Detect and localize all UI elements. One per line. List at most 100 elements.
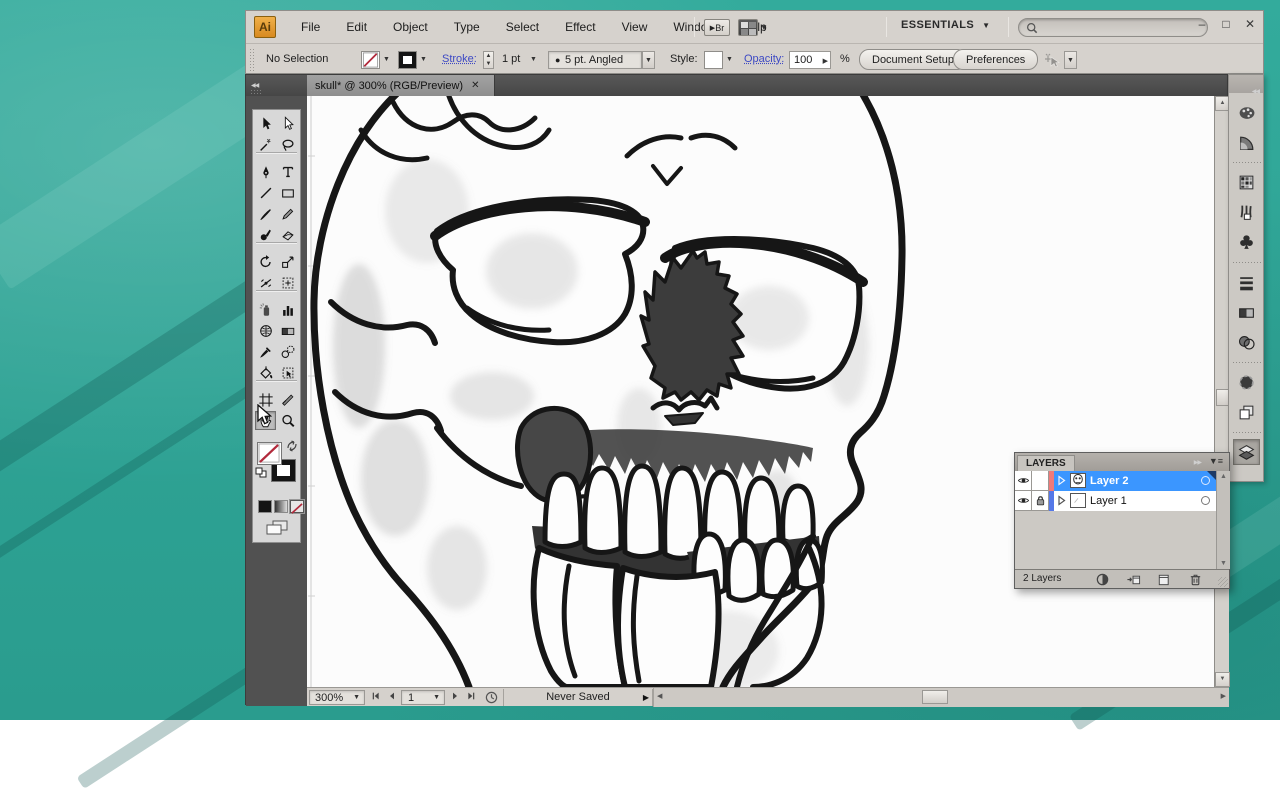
color-mode-button[interactable] [258, 500, 272, 513]
layer-row[interactable]: Layer 1 [1015, 491, 1216, 511]
collapse-toolbar-icon[interactable]: ◀◀ [251, 82, 258, 89]
slice-tool[interactable] [277, 390, 298, 409]
color-guide-panel-icon[interactable] [1233, 129, 1260, 155]
menu-object[interactable]: Object [380, 16, 441, 38]
arrange-documents-button[interactable] [738, 19, 758, 36]
transparency-panel-icon[interactable] [1233, 329, 1260, 355]
new-sublayer-button[interactable] [1126, 572, 1142, 587]
brush-preset-field[interactable]: ● 5 pt. Angled [548, 51, 642, 69]
fill-none-swatch[interactable] [361, 51, 380, 69]
scroll-down-icon[interactable]: ▼ [1215, 672, 1230, 687]
brush-preset-dropdown[interactable]: ▼ [642, 51, 655, 69]
column-graph-tool[interactable] [277, 300, 298, 319]
pencil-tool[interactable] [277, 204, 298, 223]
default-fill-stroke-icon[interactable] [255, 467, 267, 478]
dock-header[interactable]: ◀◀ [1229, 75, 1263, 93]
stroke-dropdown[interactable]: ▼ [420, 56, 427, 63]
panel-drag-handle[interactable] [249, 48, 255, 72]
vertical-scrollbar[interactable]: ▲ ▼ [1214, 96, 1229, 687]
menu-effect[interactable]: Effect [552, 16, 608, 38]
close-button[interactable]: ✕ [1243, 17, 1257, 31]
swatches-panel-icon[interactable] [1233, 169, 1260, 195]
select-similar-dropdown[interactable]: ▼ [1064, 51, 1077, 69]
scroll-down-icon[interactable]: ▼ [1220, 560, 1227, 567]
collapse-panel-icon[interactable]: ▶▶ [1194, 459, 1201, 466]
selection-tool[interactable] [255, 114, 276, 133]
type-tool[interactable] [277, 162, 298, 181]
search-input[interactable] [1018, 18, 1208, 37]
style-dropdown[interactable]: ▼ [726, 56, 733, 63]
visibility-toggle[interactable] [1015, 491, 1032, 511]
stroke-panel-link[interactable]: Stroke: [442, 53, 477, 65]
maximize-button[interactable]: □ [1219, 17, 1233, 31]
layers-panel-icon[interactable] [1233, 439, 1260, 465]
menu-type[interactable]: Type [441, 16, 493, 38]
document-tab[interactable]: skull* @ 300% (RGB/Preview) ✕ [307, 75, 495, 96]
symbols-panel-icon[interactable] [1233, 229, 1260, 255]
mesh-tool[interactable] [255, 321, 276, 340]
gradient-panel-panel-icon[interactable] [1233, 299, 1260, 325]
line-segment-tool[interactable] [255, 183, 276, 202]
dock-group-separator[interactable] [1232, 261, 1261, 265]
appearance-panel-icon[interactable] [1233, 369, 1260, 395]
lock-toggle[interactable] [1032, 471, 1049, 491]
rectangle-tool[interactable] [277, 183, 298, 202]
opacity-field[interactable]: 100 ▶ [789, 51, 831, 69]
scale-tool[interactable] [277, 252, 298, 271]
stroke-weight-dropdown[interactable]: ▼ [530, 56, 537, 63]
style-swatch[interactable] [704, 51, 723, 69]
menu-file[interactable]: File [288, 16, 333, 38]
lock-toggle[interactable] [1032, 491, 1049, 511]
artboard-number-select[interactable]: 1 ▼ [401, 690, 445, 705]
blend-tool[interactable] [277, 342, 298, 361]
stroke-panel-icon[interactable] [1233, 269, 1260, 295]
scroll-left-icon[interactable]: ◀ [657, 692, 662, 700]
first-artboard-button[interactable] [370, 690, 384, 704]
clipping-mask-button[interactable] [1095, 572, 1111, 587]
scroll-right-icon[interactable]: ▶ [1221, 692, 1226, 700]
zoom-level-select[interactable]: 300% ▼ [309, 690, 365, 705]
brushes-panel-icon[interactable] [1233, 199, 1260, 225]
trash-icon[interactable] [1188, 572, 1204, 587]
dock-group-separator[interactable] [1232, 161, 1261, 165]
fill-dropdown[interactable]: ▼ [383, 56, 390, 63]
paintbrush-tool[interactable] [255, 204, 276, 223]
next-artboard-button[interactable] [449, 690, 463, 704]
artboard-canvas[interactable] [307, 96, 1214, 687]
none-mode-button[interactable] [290, 500, 304, 513]
fill-color-swatch[interactable] [257, 442, 282, 465]
status-expand-icon[interactable]: ▶ [643, 693, 649, 702]
zoom-tool[interactable] [277, 411, 298, 430]
select-similar-icon[interactable] [1043, 51, 1061, 69]
swap-fill-stroke-icon[interactable] [286, 440, 298, 452]
visibility-toggle[interactable] [1015, 471, 1032, 491]
horizontal-scrollbar[interactable]: ◀ ▶ [653, 688, 1229, 707]
layers-panel-header[interactable]: LAYERS ▶▶ ▼≡ [1015, 453, 1229, 471]
menu-edit[interactable]: Edit [333, 16, 380, 38]
target-circle-icon[interactable] [1201, 496, 1210, 505]
direct-selection-tool[interactable] [277, 114, 298, 133]
stroke-black-swatch[interactable] [398, 51, 417, 69]
color-panel-icon[interactable] [1233, 99, 1260, 125]
scroll-up-icon[interactable]: ▲ [1220, 473, 1227, 480]
stroke-weight-stepper[interactable]: ▲▼ [483, 51, 494, 69]
layer-name[interactable]: Layer 1 [1090, 495, 1127, 507]
arrange-documents-dropdown[interactable]: ▼ [760, 23, 768, 32]
preferences-button[interactable]: Preferences [953, 49, 1038, 70]
opacity-panel-link[interactable]: Opacity: [744, 53, 784, 65]
expand-triangle-icon[interactable] [1057, 475, 1066, 486]
dock-group-separator[interactable] [1232, 431, 1261, 435]
new-layer-button[interactable] [1156, 572, 1172, 587]
last-artboard-button[interactable] [465, 690, 479, 704]
gradient-mode-button[interactable] [274, 500, 288, 513]
panel-resize-grip[interactable] [1218, 577, 1228, 587]
horizontal-scroll-thumb[interactable] [922, 690, 948, 704]
layer-thumbnail[interactable] [1070, 493, 1086, 508]
layers-scrollbar[interactable]: ▲ ▼ [1216, 471, 1230, 569]
tab-close-icon[interactable]: ✕ [471, 80, 479, 91]
draw-normal-mode-button[interactable] [264, 520, 290, 535]
minimize-button[interactable]: – [1195, 17, 1209, 31]
opacity-dropdown[interactable]: ▶ [823, 57, 828, 65]
dock-group-separator[interactable] [1232, 361, 1261, 365]
app-logo[interactable]: Ai [254, 16, 276, 38]
